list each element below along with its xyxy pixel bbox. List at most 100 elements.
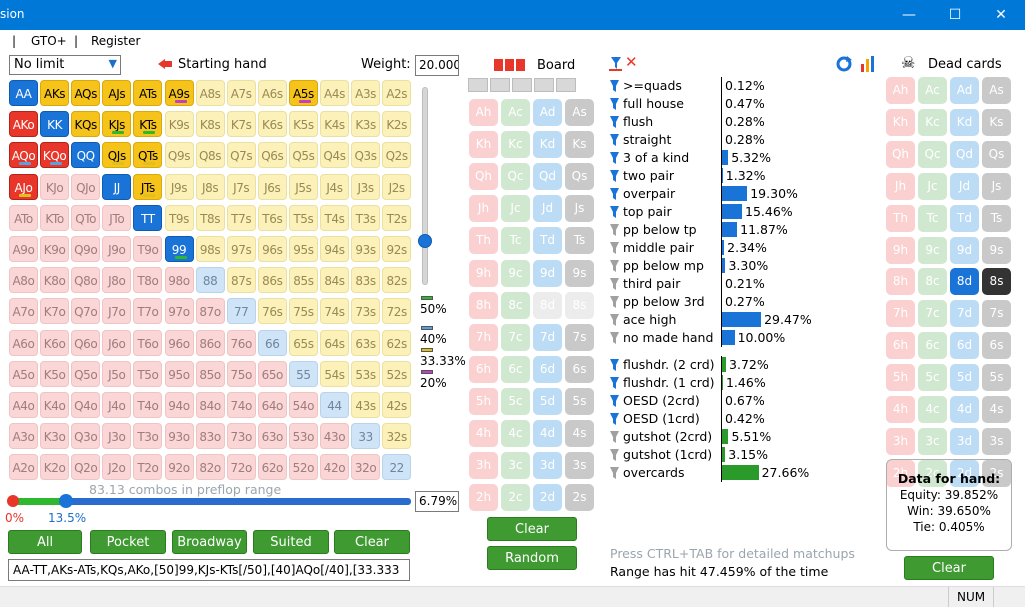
board-card-8h[interactable]: 8h: [469, 291, 498, 319]
board-card-Qc[interactable]: Qc: [501, 163, 530, 191]
filter-icon[interactable]: [610, 467, 619, 479]
suited-button[interactable]: Suited: [253, 530, 329, 554]
hand-cell-92o[interactable]: 92o: [164, 454, 194, 481]
dead-card-7s[interactable]: 7s: [982, 300, 1011, 328]
board-card-5c[interactable]: 5c: [501, 387, 530, 415]
hand-cell-94s[interactable]: 94s: [320, 236, 349, 262]
dead-card-Jh[interactable]: Jh: [886, 172, 915, 200]
dead-card-9d[interactable]: 9d: [950, 236, 979, 264]
hand-cell-AQs[interactable]: AQs: [71, 80, 101, 106]
dead-card-5c[interactable]: 5c: [918, 364, 947, 392]
dead-card-Qc[interactable]: Qc: [918, 140, 947, 168]
all-button[interactable]: All: [8, 530, 82, 554]
hand-cell-95o[interactable]: 95o: [164, 360, 194, 387]
hand-cell-A6s[interactable]: A6s: [257, 80, 287, 106]
hand-cell-J2o[interactable]: J2o: [102, 454, 132, 481]
hand-cell-98o[interactable]: 98o: [164, 267, 194, 294]
range-pct-input[interactable]: 6.79%: [415, 491, 459, 512]
hand-cell-92s[interactable]: 92s: [382, 236, 412, 262]
dead-card-Qh[interactable]: Qh: [886, 140, 915, 168]
hand-cell-84o[interactable]: 84o: [195, 392, 225, 418]
board-card-6s[interactable]: 6s: [565, 355, 594, 383]
hand-cell-Q4s[interactable]: Q4s: [320, 142, 349, 169]
board-card-5h[interactable]: 5h: [469, 387, 498, 415]
hand-cell-96s[interactable]: 96s: [257, 236, 287, 262]
dead-card-8s[interactable]: 8s: [982, 268, 1011, 296]
hand-cell-A7o[interactable]: A7o: [9, 298, 38, 325]
board-card-6h[interactable]: 6h: [469, 355, 498, 383]
board-slot[interactable]: [468, 78, 488, 92]
dead-card-4d[interactable]: 4d: [950, 396, 979, 423]
dead-card-8d[interactable]: 8d: [950, 268, 979, 296]
board-card-4s[interactable]: 4s: [565, 420, 594, 447]
hand-cell-97s[interactable]: 97s: [226, 236, 256, 262]
hand-cell-77[interactable]: 77: [226, 298, 256, 325]
dead-card-3c[interactable]: 3c: [918, 427, 947, 455]
board-card-4d[interactable]: 4d: [533, 420, 562, 447]
board-card-Jd[interactable]: Jd: [533, 195, 562, 223]
hand-cell-A3o[interactable]: A3o: [9, 423, 38, 450]
hand-cell-J5s[interactable]: J5s: [288, 173, 318, 200]
dead-card-Kd[interactable]: Kd: [950, 108, 979, 136]
board-random-button[interactable]: Random: [487, 546, 577, 570]
broadway-button[interactable]: Broadway: [172, 530, 247, 554]
filter-icon[interactable]: [610, 431, 619, 443]
dead-card-7h[interactable]: 7h: [886, 300, 915, 328]
hand-cell-J9s[interactable]: J9s: [164, 173, 194, 200]
hand-cell-AJs[interactable]: AJs: [102, 80, 132, 106]
hand-cell-T4s[interactable]: T4s: [320, 204, 349, 231]
hand-cell-42o[interactable]: 42o: [320, 454, 349, 481]
board-card-8d[interactable]: 8d: [533, 291, 562, 319]
hand-cell-97o[interactable]: 97o: [164, 298, 194, 325]
clear-range-button[interactable]: Clear: [334, 530, 410, 554]
hand-cell-T5o[interactable]: T5o: [133, 360, 163, 387]
hand-cell-T2s[interactable]: T2s: [382, 204, 412, 231]
hand-cell-A3s[interactable]: A3s: [351, 80, 381, 106]
filter-icon[interactable]: [610, 314, 619, 326]
hand-cell-KTs[interactable]: KTs: [133, 111, 163, 138]
filter-icon[interactable]: [610, 332, 619, 344]
board-card-6c[interactable]: 6c: [501, 355, 530, 383]
hand-cell-86o[interactable]: 86o: [195, 329, 225, 356]
hand-cell-K4s[interactable]: K4s: [320, 111, 349, 138]
hand-cell-AKs[interactable]: AKs: [40, 80, 70, 106]
board-card-Jc[interactable]: Jc: [501, 195, 530, 223]
hand-cell-32o[interactable]: 32o: [351, 454, 381, 481]
board-card-7h[interactable]: 7h: [469, 323, 498, 351]
hand-cell-96o[interactable]: 96o: [164, 329, 194, 356]
dead-card-6h[interactable]: 6h: [886, 332, 915, 360]
hand-cell-A2o[interactable]: A2o: [9, 454, 38, 481]
board-card-4c[interactable]: 4c: [501, 420, 530, 447]
hand-cell-Q9o[interactable]: Q9o: [71, 236, 101, 262]
hand-cell-J3o[interactable]: J3o: [102, 423, 132, 450]
dead-card-Kh[interactable]: Kh: [886, 108, 915, 136]
dead-card-6c[interactable]: 6c: [918, 332, 947, 360]
board-card-Ac[interactable]: Ac: [501, 99, 530, 126]
hand-cell-A4o[interactable]: A4o: [9, 392, 38, 418]
hand-cell-T7s[interactable]: T7s: [226, 204, 256, 231]
board-card-Kd[interactable]: Kd: [533, 131, 562, 159]
hand-cell-A8s[interactable]: A8s: [195, 80, 225, 106]
dead-card-Ks[interactable]: Ks: [982, 108, 1011, 136]
dead-card-Ac[interactable]: Ac: [918, 77, 947, 104]
refresh-icon[interactable]: [835, 55, 853, 73]
dead-card-6d[interactable]: 6d: [950, 332, 979, 360]
filter-icon[interactable]: [610, 242, 619, 254]
clear-filter-icon[interactable]: ✕: [625, 53, 638, 71]
filter-icon[interactable]: [610, 359, 619, 371]
filter-icon[interactable]: [610, 134, 619, 146]
hand-cell-44[interactable]: 44: [320, 392, 349, 418]
hand-cell-54s[interactable]: 54s: [320, 360, 349, 387]
weight-slider-track[interactable]: [422, 87, 428, 285]
hand-cell-AKo[interactable]: AKo: [9, 111, 38, 138]
dead-card-3d[interactable]: 3d: [950, 427, 979, 455]
filter-icon[interactable]: [610, 56, 622, 70]
hand-cell-72s[interactable]: 72s: [382, 298, 412, 325]
board-card-5d[interactable]: 5d: [533, 387, 562, 415]
filter-icon[interactable]: [610, 170, 619, 182]
hand-cell-K4o[interactable]: K4o: [40, 392, 70, 418]
board-card-9c[interactable]: 9c: [501, 259, 530, 287]
hand-cell-82s[interactable]: 82s: [382, 267, 412, 294]
hand-cell-KJs[interactable]: KJs: [102, 111, 132, 138]
hand-cell-J6s[interactable]: J6s: [257, 173, 287, 200]
